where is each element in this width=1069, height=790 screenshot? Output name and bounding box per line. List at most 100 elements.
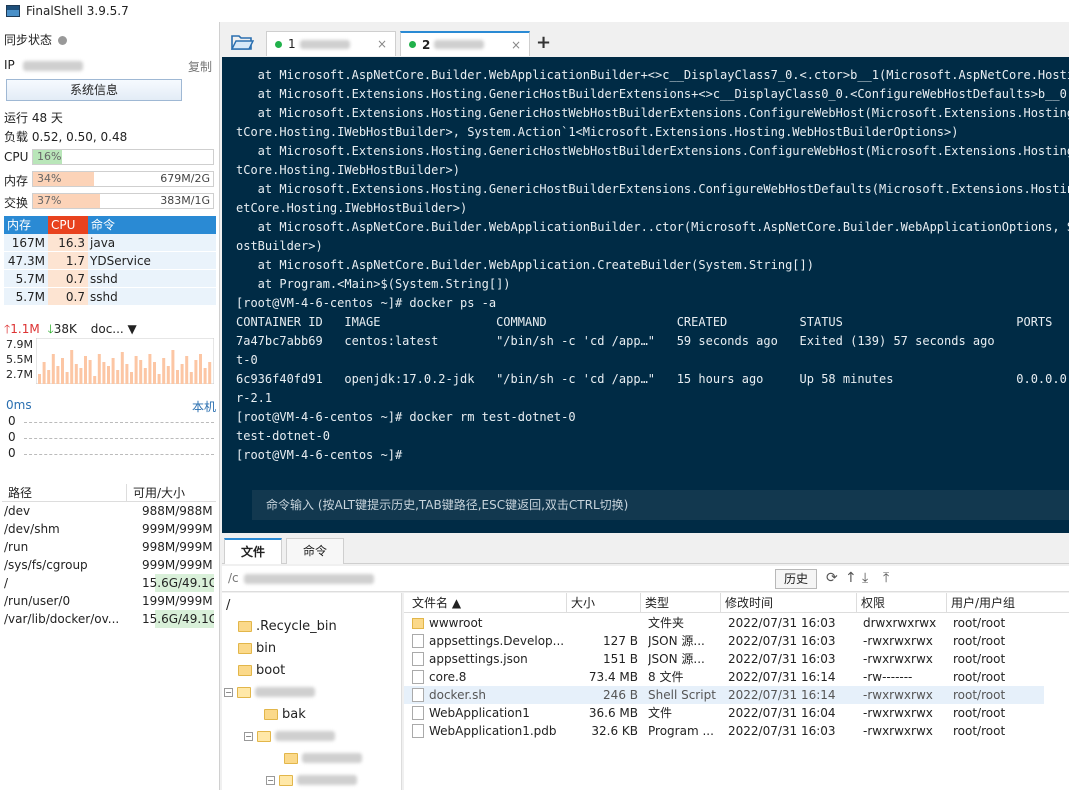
tab-files[interactable]: 文件 bbox=[224, 538, 282, 564]
close-icon[interactable]: × bbox=[511, 38, 521, 52]
file-row[interactable]: wwwroot 文件夹 2022/07/31 16:03 drwxrwxrwx root… bbox=[404, 614, 1044, 632]
path-redacted bbox=[244, 574, 374, 584]
command-input[interactable]: 命令输入 (按ALT键提示历史,TAB键路径,ESC键返回,双击CTRL切换) bbox=[252, 490, 1069, 520]
file-size: 36.6 MB bbox=[588, 706, 638, 720]
net-traffic-bar bbox=[171, 350, 175, 384]
process-command: java bbox=[90, 236, 116, 250]
copy-ip-link[interactable]: 复制 bbox=[188, 58, 212, 75]
disk-row[interactable]: /sys/fs/cgroup 999M/999M bbox=[2, 556, 216, 574]
proc-header-mem[interactable]: 内存 bbox=[4, 216, 48, 234]
process-mem: 5.7M bbox=[15, 272, 45, 286]
chevron-down-icon[interactable]: ▼ bbox=[124, 322, 137, 336]
file-type: 8 文件 bbox=[648, 670, 684, 684]
collapse-icon[interactable]: − bbox=[244, 731, 253, 741]
file-mtime: 2022/07/31 16:03 bbox=[728, 616, 836, 630]
disk-row[interactable]: /var/lib/docker/ov... 15.6G/49.1G bbox=[2, 610, 216, 628]
file-row[interactable]: appsettings.json 151 B JSON 源... 2022/07/31… bbox=[404, 650, 1044, 668]
file-perm: -rwxrwxrwx bbox=[863, 634, 933, 648]
process-row[interactable]: 167M 16.3 java bbox=[4, 234, 216, 252]
open-folder-icon[interactable] bbox=[230, 32, 254, 52]
process-row[interactable]: 47.3M 1.7 YDService bbox=[4, 252, 216, 270]
tree-node[interactable]: bin bbox=[238, 638, 276, 658]
swap-percent: 37% bbox=[37, 194, 62, 207]
folder-icon bbox=[264, 708, 278, 720]
tree-node[interactable]: / bbox=[226, 595, 230, 615]
tree-node[interactable]: bak bbox=[264, 704, 306, 724]
file-name: docker.sh bbox=[429, 688, 486, 702]
terminal-line: CONTAINER ID IMAGE COMMAND CREATED STATU… bbox=[236, 315, 1053, 329]
tree-node[interactable] bbox=[284, 748, 362, 768]
ping-host[interactable]: 本机 bbox=[192, 398, 216, 415]
disk-row[interactable]: / 15.6G/49.1G bbox=[2, 574, 216, 592]
file-name: appsettings.json bbox=[429, 652, 528, 666]
add-tab-button[interactable]: + bbox=[536, 32, 551, 53]
session-tab-2-label: 2 bbox=[422, 37, 431, 52]
terminal-line: at Microsoft.Extensions.Hosting.GenericH… bbox=[236, 182, 1069, 196]
tree-node[interactable]: − bbox=[266, 770, 357, 790]
net-interface-select[interactable]: doc... bbox=[91, 322, 124, 336]
disk-row[interactable]: /dev/shm 999M/999M bbox=[2, 520, 216, 538]
load-text: 负载 0.52, 0.50, 0.48 bbox=[4, 130, 128, 144]
file-size: 151 B bbox=[603, 652, 638, 666]
disk-row[interactable]: /dev 988M/988M bbox=[2, 502, 216, 520]
col-size[interactable]: 大小 bbox=[566, 593, 640, 613]
terminal-output[interactable]: at Microsoft.AspNetCore.Builder.WebAppli… bbox=[222, 57, 1069, 533]
file-owner: root/root bbox=[953, 688, 1006, 702]
system-info-button[interactable]: 系统信息 bbox=[6, 79, 182, 101]
file-row[interactable]: appsettings.Develop... 127 B JSON 源... 2022… bbox=[404, 632, 1044, 650]
net-traffic-bar bbox=[185, 356, 189, 384]
file-row[interactable]: core.8 73.4 MB 8 文件 2022/07/31 16:14 -rw----… bbox=[404, 668, 1044, 686]
collapse-icon[interactable]: − bbox=[224, 687, 233, 697]
ping-value-1: 0 bbox=[8, 414, 16, 428]
refresh-icon[interactable]: ⟳ bbox=[826, 570, 838, 586]
tree-node[interactable]: boot bbox=[238, 660, 285, 680]
process-row[interactable]: 5.7M 0.7 sshd bbox=[4, 288, 216, 306]
ping-ms: 0ms bbox=[6, 398, 32, 412]
tree-node-label: .Recycle_bin bbox=[256, 618, 337, 634]
file-mtime: 2022/07/31 16:03 bbox=[728, 634, 836, 648]
disk-header-path[interactable]: 路径 bbox=[2, 484, 126, 501]
file-name: appsettings.Develop... bbox=[429, 634, 565, 648]
file-name: wwwroot bbox=[429, 616, 483, 630]
tree-node[interactable]: − bbox=[244, 726, 335, 746]
col-mtime[interactable]: 修改时间 bbox=[720, 593, 856, 613]
tree-node[interactable]: .Recycle_bin bbox=[238, 616, 337, 636]
net-traffic-bar bbox=[97, 354, 101, 384]
history-button[interactable]: 历史 bbox=[775, 569, 817, 589]
session-tab-2[interactable]: 2 × bbox=[400, 31, 530, 56]
net-traffic-bar bbox=[139, 360, 143, 384]
col-perm[interactable]: 权限 bbox=[856, 593, 946, 613]
tree-node[interactable]: − bbox=[224, 682, 315, 702]
terminal-line: [root@VM-4-6-centos ~]# bbox=[236, 448, 403, 462]
download-icon[interactable]: ⤓ bbox=[862, 570, 868, 586]
session-tab-1[interactable]: 1 × bbox=[266, 31, 396, 56]
file-row[interactable]: WebApplication1.pdb 32.6 KB Program ... 202… bbox=[404, 722, 1044, 740]
file-row[interactable]: WebApplication1 36.6 MB 文件 2022/07/31 16:04… bbox=[404, 704, 1044, 722]
proc-header-cmd[interactable]: 命令 bbox=[88, 216, 216, 234]
disk-header-size[interactable]: 可用/大小 bbox=[126, 484, 216, 501]
process-row[interactable]: 5.7M 0.7 sshd bbox=[4, 270, 216, 288]
collapse-icon[interactable]: − bbox=[266, 775, 275, 785]
folder-icon bbox=[279, 774, 293, 786]
close-icon[interactable]: × bbox=[377, 37, 387, 51]
file-mtime: 2022/07/31 16:04 bbox=[728, 706, 836, 720]
connected-dot-icon bbox=[275, 40, 282, 48]
col-name[interactable]: 文件名 ▲ bbox=[404, 593, 566, 613]
net-traffic-bar bbox=[199, 354, 202, 384]
proc-header-cpu[interactable]: CPU bbox=[48, 216, 88, 234]
up-dir-icon[interactable]: ↑ bbox=[845, 570, 857, 586]
process-mem: 47.3M bbox=[7, 254, 45, 268]
col-owner[interactable]: 用户/用户组 bbox=[946, 593, 1056, 613]
file-row[interactable]: docker.sh 246 B Shell Script 2022/07/31 16:… bbox=[404, 686, 1044, 704]
net-traffic-bar bbox=[74, 364, 78, 384]
disk-row[interactable]: /run/user/0 199M/999M bbox=[2, 592, 216, 610]
col-type[interactable]: 类型 bbox=[640, 593, 720, 613]
upload-icon[interactable]: ⤒ bbox=[883, 570, 889, 586]
file-name: WebApplication1.pdb bbox=[429, 724, 557, 738]
disk-table: 路径 可用/大小 /dev 988M/988M/dev/shm 999M/999M /… bbox=[2, 484, 216, 628]
terminal-line: ostBuilder>) bbox=[236, 239, 323, 253]
path-bar[interactable]: /c bbox=[222, 566, 1069, 592]
disk-row[interactable]: /run 998M/999M bbox=[2, 538, 216, 556]
process-mem: 5.7M bbox=[15, 290, 45, 304]
tab-commands[interactable]: 命令 bbox=[286, 538, 344, 564]
